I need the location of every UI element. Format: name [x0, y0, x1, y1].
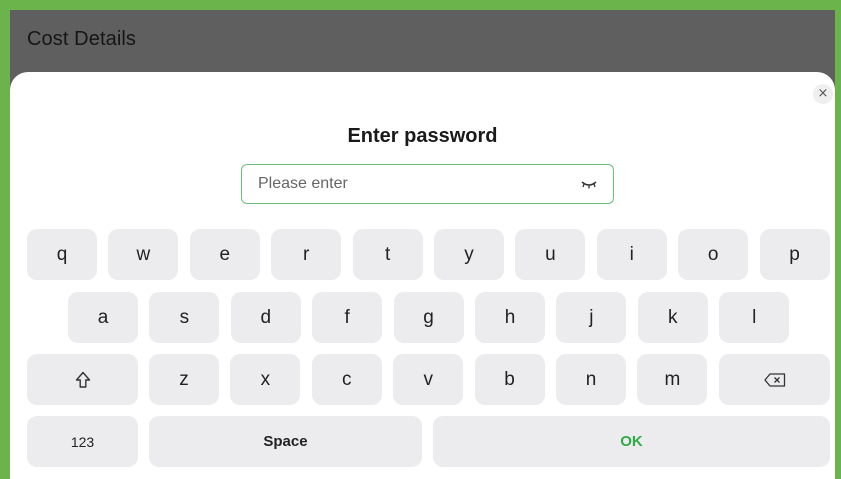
key-v-label: v	[423, 368, 433, 390]
key-t[interactable]: t	[352, 229, 423, 280]
key-y[interactable]: y	[434, 229, 504, 280]
key-d[interactable]: d	[230, 292, 301, 343]
key-g-label: g	[423, 306, 434, 328]
password-dialog: × Enter password qwertyuiopasdfghjklzxcv…	[10, 72, 835, 479]
key-q[interactable]: q	[27, 229, 97, 280]
key-r[interactable]: r	[271, 229, 342, 280]
key-u[interactable]: u	[515, 229, 586, 280]
space-key-label: Space	[263, 433, 308, 450]
key-y-label: y	[464, 243, 474, 265]
key-p-label: p	[789, 243, 800, 265]
key-k[interactable]: k	[637, 292, 708, 343]
key-a[interactable]: a	[68, 292, 138, 343]
key-m-label: m	[664, 368, 681, 390]
key-b-label: b	[504, 368, 515, 390]
key-e-label: e	[219, 243, 231, 265]
key-i-label: i	[629, 243, 634, 265]
key-g[interactable]: g	[393, 292, 464, 343]
key-d-label: d	[260, 306, 272, 328]
key-z[interactable]: z	[149, 354, 219, 405]
key-t-label: t	[384, 243, 391, 265]
on-screen-keyboard: q w e r t y u i o p a s d f g h j k l z x c v b n m 123 Space OK	[10, 72, 835, 479]
key-n-label: n	[585, 368, 597, 390]
key-z-label: z	[179, 368, 189, 390]
key-b[interactable]: b	[474, 354, 545, 405]
space-key[interactable]: Space	[149, 416, 422, 467]
key-s[interactable]: s	[149, 292, 220, 343]
app-frame: Cost Details × Enter password qwertyuiop…	[10, 10, 835, 479]
key-n[interactable]: n	[556, 354, 626, 405]
key-i[interactable]: i	[596, 229, 667, 280]
key-m[interactable]: m	[637, 354, 708, 405]
backspace-icon	[763, 372, 786, 387]
key-v[interactable]: v	[393, 354, 464, 405]
shift-key[interactable]	[27, 354, 138, 405]
key-c[interactable]: c	[311, 354, 382, 405]
numbers-key-label: 123	[70, 433, 95, 450]
numbers-key[interactable]: 123	[27, 416, 138, 467]
key-l-label: l	[752, 306, 757, 328]
key-j-label: j	[589, 306, 594, 328]
key-j[interactable]: j	[556, 292, 627, 343]
key-q-label: q	[56, 243, 68, 265]
ok-key[interactable]: OK	[433, 416, 830, 467]
key-o-label: o	[707, 243, 719, 265]
key-o[interactable]: o	[678, 229, 749, 280]
key-r-label: r	[303, 243, 310, 265]
key-x[interactable]: x	[230, 354, 301, 405]
key-a-label: a	[97, 306, 109, 328]
key-u-label: u	[545, 243, 556, 265]
key-w-label: w	[136, 243, 151, 265]
ok-key-label: OK	[620, 433, 643, 450]
key-k-label: k	[668, 306, 678, 328]
key-l[interactable]: l	[719, 292, 790, 343]
key-f-label: f	[344, 306, 350, 328]
key-f[interactable]: f	[312, 292, 383, 343]
page-title: Cost Details	[27, 28, 137, 50]
key-p[interactable]: p	[759, 229, 830, 280]
key-h-label: h	[504, 306, 516, 328]
key-e[interactable]: e	[189, 229, 260, 280]
key-c-label: c	[342, 368, 352, 390]
shift-icon	[75, 371, 91, 389]
key-w[interactable]: w	[108, 229, 179, 280]
key-h[interactable]: h	[475, 292, 545, 343]
key-s-label: s	[179, 306, 190, 328]
backspace-key[interactable]	[719, 354, 830, 405]
key-x-label: x	[260, 368, 271, 390]
